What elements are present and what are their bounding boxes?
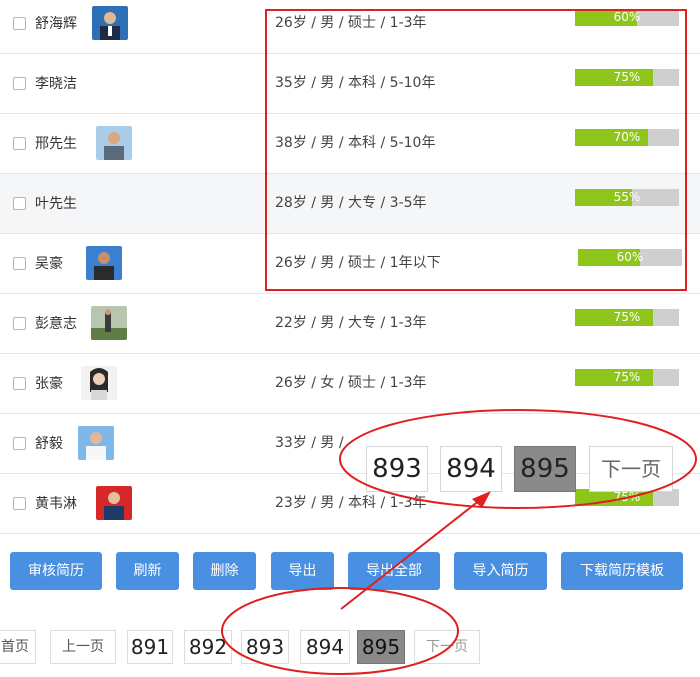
row-checkbox[interactable]	[13, 437, 26, 450]
prev-page-button[interactable]: 上一页	[50, 630, 116, 664]
refresh-button[interactable]: 刷新	[116, 552, 179, 590]
zoomed-pagination-callout: 893 894 895 下一页	[362, 446, 682, 496]
zoom-page-894: 894	[440, 446, 502, 492]
page-891[interactable]: 891	[127, 630, 173, 664]
row-checkbox[interactable]	[13, 17, 26, 30]
candidate-name[interactable]: 张豪	[35, 373, 63, 393]
candidate-name[interactable]: 舒毅	[35, 433, 63, 453]
match-label: 75%	[613, 370, 641, 384]
candidate-name[interactable]: 黄韦淋	[35, 493, 77, 513]
next-page-button[interactable]: 下一页	[414, 630, 480, 664]
match-bar: 75%	[575, 369, 679, 386]
candidate-row[interactable]: 李晓洁 35岁 / 男 / 本科 / 5-10年 75%	[0, 54, 700, 114]
avatar	[96, 126, 132, 160]
row-checkbox[interactable]	[13, 377, 26, 390]
row-checkbox[interactable]	[13, 197, 26, 210]
page-894[interactable]: 894	[300, 630, 350, 664]
match-bar: 75%	[575, 69, 679, 86]
review-resume-button[interactable]: 审核简历	[10, 552, 102, 590]
export-button[interactable]: 导出	[271, 552, 334, 590]
candidate-info: 35岁 / 男 / 本科 / 5-10年	[275, 75, 436, 91]
candidate-info: 26岁 / 男 / 硕士 / 1年以下	[275, 255, 441, 271]
download-template-button[interactable]: 下载简历模板	[561, 552, 683, 590]
row-checkbox[interactable]	[13, 317, 26, 330]
match-bar: 60%	[578, 249, 682, 266]
match-bar: 75%	[575, 309, 679, 326]
candidate-row[interactable]: 邢先生 38岁 / 男 / 本科 / 5-10年 70%	[0, 114, 700, 174]
avatar	[96, 486, 132, 520]
candidate-name[interactable]: 叶先生	[35, 193, 77, 213]
page-892[interactable]: 892	[184, 630, 232, 664]
candidate-info: 38岁 / 男 / 本科 / 5-10年	[275, 135, 436, 151]
match-bar: 60%	[575, 9, 679, 26]
match-label: 75%	[613, 310, 641, 324]
candidate-info: 33岁 / 男 /	[275, 435, 344, 451]
first-page-button[interactable]: 首页	[0, 630, 36, 664]
page-895-current[interactable]: 895	[357, 630, 405, 664]
action-toolbar: 审核简历 刷新 删除 导出 导出全部 导入简历 下载简历模板	[0, 532, 700, 612]
match-label: 75%	[613, 70, 641, 84]
zoom-page-895-current: 895	[514, 446, 576, 492]
zoom-next-page: 下一页	[589, 446, 673, 492]
row-checkbox[interactable]	[13, 137, 26, 150]
match-bar: 55%	[575, 189, 679, 206]
delete-button[interactable]: 删除	[193, 552, 256, 590]
candidate-name[interactable]: 邢先生	[35, 133, 77, 153]
candidate-name[interactable]: 李晓洁	[35, 73, 77, 93]
match-label: 60%	[613, 10, 641, 24]
pagination: 首页 上一页 891 892 893 894 895 下一页	[0, 630, 700, 666]
avatar	[78, 426, 114, 460]
match-label: 70%	[613, 130, 641, 144]
row-checkbox[interactable]	[13, 257, 26, 270]
candidate-row[interactable]: 叶先生 28岁 / 男 / 大专 / 3-5年 55%	[0, 174, 700, 234]
import-resume-button[interactable]: 导入简历	[454, 552, 547, 590]
avatar	[86, 246, 122, 280]
row-checkbox[interactable]	[13, 497, 26, 510]
candidate-row[interactable]: 舒海辉 26岁 / 男 / 硕士 / 1-3年 60%	[0, 0, 700, 54]
candidate-name[interactable]: 吴豪	[35, 253, 63, 273]
zoom-page-893: 893	[366, 446, 428, 492]
match-bar: 70%	[575, 129, 679, 146]
match-label: 60%	[616, 250, 644, 264]
row-checkbox[interactable]	[13, 77, 26, 90]
candidate-info: 26岁 / 女 / 硕士 / 1-3年	[275, 375, 427, 391]
candidate-name[interactable]: 舒海辉	[35, 13, 77, 33]
candidate-row[interactable]: 张豪 26岁 / 女 / 硕士 / 1-3年 75%	[0, 354, 700, 414]
avatar	[91, 306, 127, 340]
candidate-name[interactable]: 彭意志	[35, 313, 77, 333]
avatar	[81, 366, 117, 400]
candidate-row[interactable]: 彭意志 22岁 / 男 / 大专 / 1-3年 75%	[0, 294, 700, 354]
avatar	[92, 6, 128, 40]
match-label: 55%	[613, 190, 641, 204]
candidate-row[interactable]: 吴豪 26岁 / 男 / 硕士 / 1年以下 60%	[0, 234, 700, 294]
candidate-info: 22岁 / 男 / 大专 / 1-3年	[275, 315, 427, 331]
page-893[interactable]: 893	[241, 630, 289, 664]
export-all-button[interactable]: 导出全部	[348, 552, 440, 590]
candidate-info: 28岁 / 男 / 大专 / 3-5年	[275, 195, 427, 211]
candidate-info: 26岁 / 男 / 硕士 / 1-3年	[275, 15, 427, 31]
